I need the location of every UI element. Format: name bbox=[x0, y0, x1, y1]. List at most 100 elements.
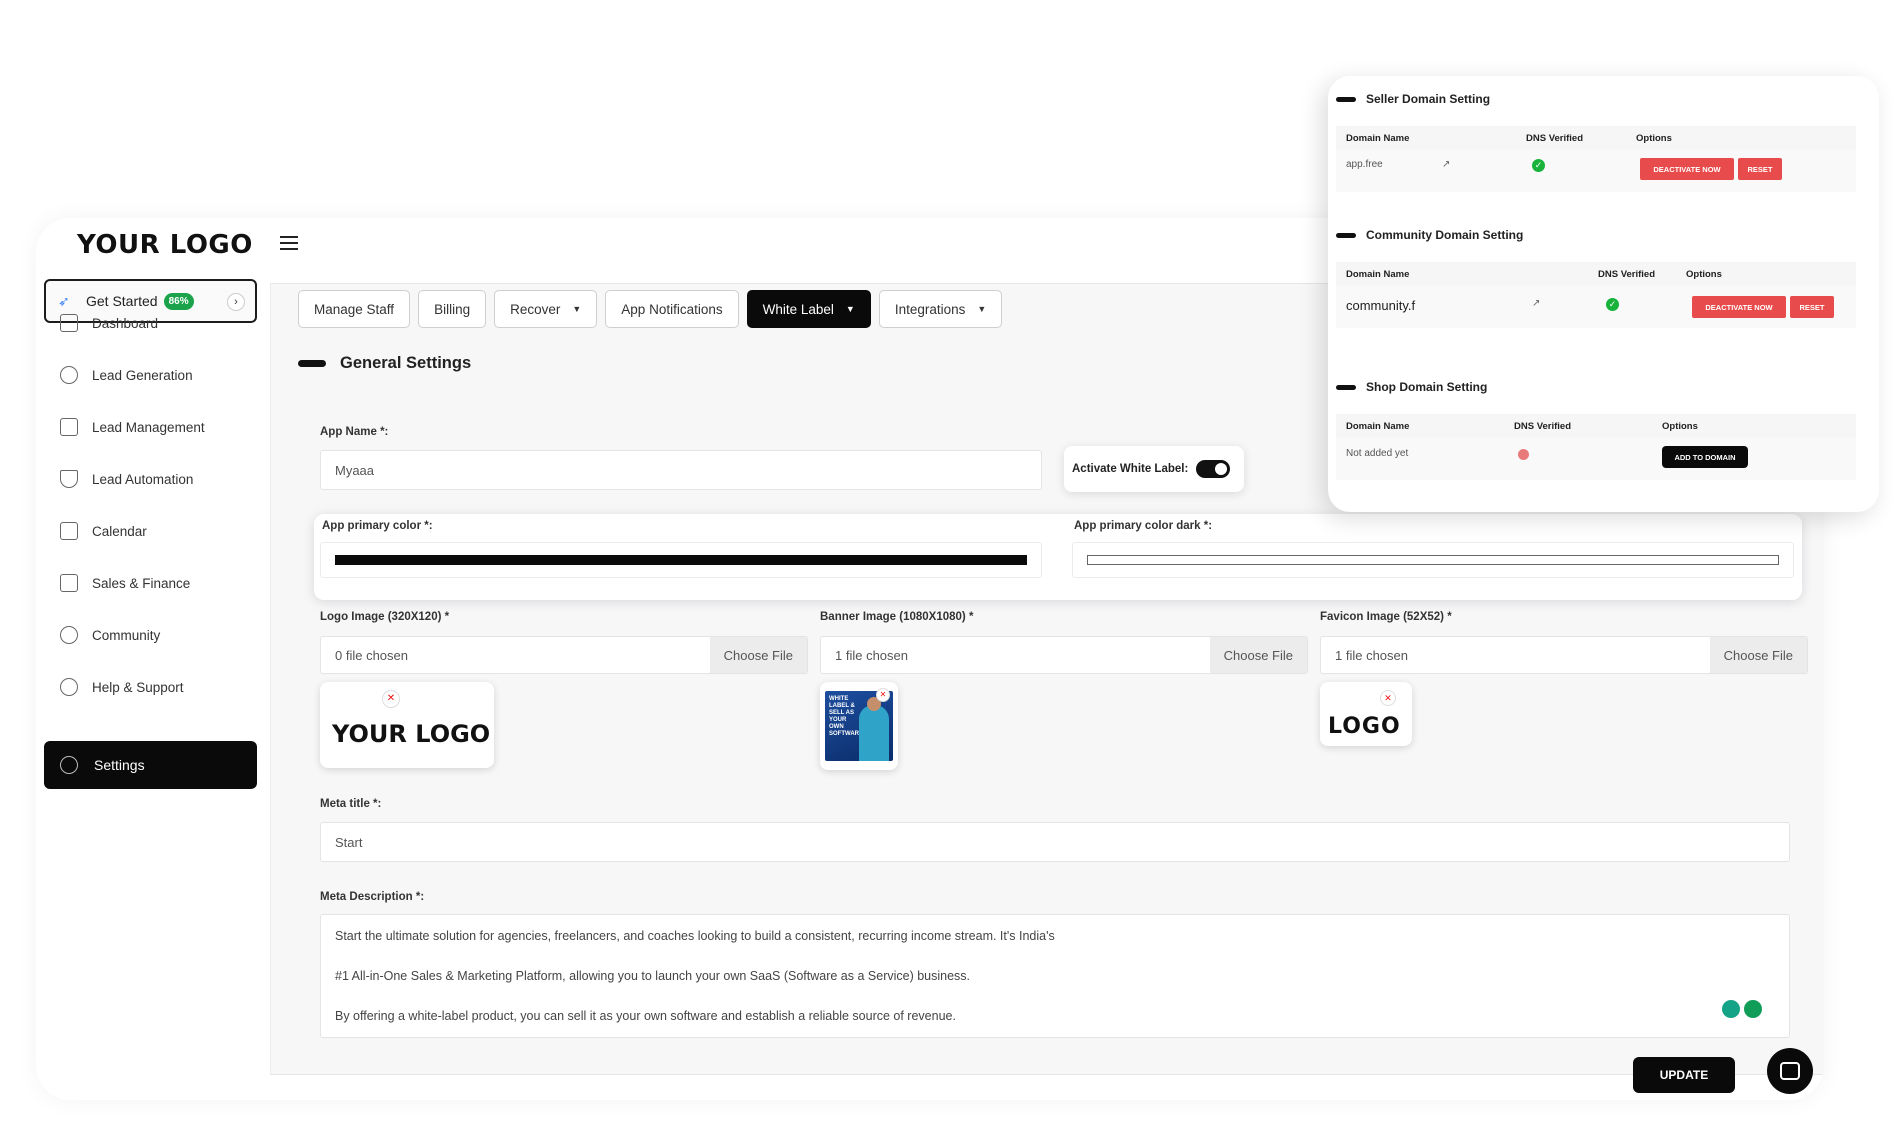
sidebar-item-community[interactable]: Community bbox=[60, 622, 160, 648]
primary-color-dark-input[interactable] bbox=[1072, 542, 1794, 578]
choose-file-button[interactable]: Choose File bbox=[1709, 637, 1807, 673]
primary-color-dark-label: App primary color dark *: bbox=[1074, 520, 1213, 532]
logo-image-label: Logo Image (320X120) * bbox=[320, 611, 450, 623]
community-domain-header: Domain Name DNS Verified Options bbox=[1336, 262, 1856, 286]
dns-not-verified-icon bbox=[1518, 449, 1529, 460]
remove-logo-icon[interactable]: ✕ bbox=[382, 690, 400, 708]
caret-down-icon: ▼ bbox=[845, 304, 855, 314]
users-icon bbox=[60, 366, 78, 384]
favicon-image-label: Favicon Image (52X52) * bbox=[1320, 611, 1452, 623]
sidebar-item-lead-automation[interactable]: Lead Automation bbox=[60, 466, 193, 492]
banner-file-input[interactable]: 1 file chosen Choose File bbox=[820, 636, 1308, 674]
community-reset-button[interactable]: RESET bbox=[1790, 296, 1834, 318]
settings-tabs: Manage Staff Billing Recover ▼ App Notifi… bbox=[298, 290, 1003, 328]
app-name-input[interactable]: Myaaa bbox=[320, 450, 1042, 490]
sidebar-item-label: Community bbox=[92, 627, 161, 643]
tab-manage-staff[interactable]: Manage Staff bbox=[298, 290, 411, 328]
section-title: General Settings bbox=[298, 354, 471, 373]
primary-color-input[interactable] bbox=[320, 542, 1042, 578]
sidebar-item-settings[interactable]: Settings bbox=[44, 741, 257, 789]
choose-file-button[interactable]: Choose File bbox=[1209, 637, 1307, 673]
community-domain-title: Community Domain Setting bbox=[1336, 228, 1523, 242]
sidebar-item-label: Sales & Finance bbox=[92, 575, 191, 591]
tab-recover[interactable]: Recover ▼ bbox=[494, 290, 598, 328]
community-icon bbox=[60, 626, 78, 644]
dns-verified-check-icon: ✓ bbox=[1606, 298, 1619, 311]
bar-chart-icon bbox=[60, 574, 78, 592]
hamburger-menu-icon[interactable] bbox=[280, 236, 298, 250]
seller-deactivate-button[interactable]: DEACTIVATE NOW bbox=[1640, 158, 1734, 180]
grammarly-icons bbox=[1722, 1000, 1762, 1018]
sidebar-item-label: Help & Support bbox=[92, 679, 184, 695]
external-link-icon[interactable]: ↗ bbox=[1532, 298, 1540, 309]
sidebar-item-label: Lead Generation bbox=[92, 367, 193, 383]
chevron-right-icon: › bbox=[227, 293, 245, 311]
chat-button[interactable] bbox=[1767, 1048, 1813, 1094]
meta-description-textarea[interactable]: Start⁠⁠ the ultimate solution for agenci… bbox=[320, 914, 1790, 1038]
sidebar-item-lead-management[interactable]: Lead Management bbox=[60, 414, 205, 440]
shop-domain-title: Shop Domain Setting bbox=[1336, 380, 1487, 394]
seller-domain-title: Seller Domain Setting bbox=[1336, 92, 1490, 106]
logo-file-input[interactable]: 0 file chosen Choose File bbox=[320, 636, 808, 674]
caret-down-icon: ▼ bbox=[572, 304, 582, 314]
activate-white-label-label: Activate White Label: bbox=[1072, 463, 1189, 475]
lightbulb-icon[interactable] bbox=[1722, 1000, 1740, 1018]
meta-description-label: Meta Description *: bbox=[320, 891, 425, 903]
seller-domain-header: Domain Name DNS Verified Options bbox=[1336, 126, 1856, 150]
community-deactivate-button[interactable]: DEACTIVATE NOW bbox=[1692, 296, 1786, 318]
calendar-icon bbox=[60, 522, 78, 540]
banner-preview: WHITE LABEL & SELL AS YOUR OWN SOFTWARE … bbox=[820, 682, 898, 770]
domain-settings-panel: Seller Domain Setting Domain Name DNS Ve… bbox=[1328, 76, 1879, 512]
shop-domain-header: Domain Name DNS Verified Options bbox=[1336, 414, 1856, 438]
tab-billing[interactable]: Billing bbox=[418, 290, 487, 328]
activate-white-label-card: Activate White Label: bbox=[1064, 446, 1244, 492]
favicon-preview: ✕ LOGO bbox=[1320, 682, 1412, 746]
sidebar: YOUR LOGO ➶ Get Started 86% › Dashboard … bbox=[36, 218, 270, 1100]
rocket-icon: ➶ bbox=[58, 293, 70, 309]
caret-down-icon: ▼ bbox=[977, 304, 987, 314]
add-to-domain-button[interactable]: ADD TO DOMAIN bbox=[1662, 446, 1748, 468]
primary-color-label: App primary color *: bbox=[322, 520, 433, 532]
sidebar-item-label: Calendar bbox=[92, 523, 147, 539]
logo-preview: ✕ YOUR LOGO bbox=[320, 682, 494, 768]
color-card: App primary color *: App primary color d… bbox=[314, 514, 1802, 600]
white-label-toggle[interactable] bbox=[1196, 460, 1231, 478]
community-domain-row: community.f⁠⁠⁠⁠ ↗ ✓ DEACTIVATE NOW RESET bbox=[1336, 286, 1856, 328]
favicon-file-input[interactable]: 1 file chosen Choose File bbox=[1320, 636, 1808, 674]
tab-white-label[interactable]: White Label ▼ bbox=[746, 290, 871, 328]
sidebar-item-dashboard[interactable]: Dashboard bbox=[60, 310, 158, 336]
external-link-icon[interactable]: ↗ bbox=[1442, 159, 1450, 170]
seller-domain-row: app.free⁠⁠⁠ ↗ ✓ DEACTIVATE NOW RESET bbox=[1336, 150, 1856, 192]
sidebar-item-help-support[interactable]: Help & Support bbox=[60, 674, 184, 700]
choose-file-button[interactable]: Choose File bbox=[709, 637, 807, 673]
primary-color-swatch bbox=[335, 555, 1027, 565]
meta-title-label: Meta title *: bbox=[320, 798, 382, 810]
chat-icon bbox=[1780, 1062, 1800, 1080]
meta-title-input[interactable]: Start⁠⁠⁠⁠ bbox=[320, 822, 1790, 862]
sidebar-item-label: Lead Automation bbox=[92, 471, 194, 487]
remove-favicon-icon[interactable]: ✕ bbox=[1380, 690, 1396, 706]
sidebar-item-label: Lead Management bbox=[92, 419, 205, 435]
app-name-label: App Name *: bbox=[320, 426, 389, 438]
gear-icon bbox=[60, 756, 78, 774]
tab-integrations[interactable]: Integrations ▼ bbox=[878, 290, 1003, 328]
banner-image-label: Banner Image (1080X1080) * bbox=[820, 611, 974, 623]
headset-icon bbox=[60, 678, 78, 696]
sidebar-item-sales-finance[interactable]: Sales & Finance bbox=[60, 570, 190, 596]
seller-reset-button[interactable]: RESET bbox=[1738, 158, 1782, 180]
grammarly-icon[interactable] bbox=[1744, 1000, 1762, 1018]
remove-banner-icon[interactable]: ✕ bbox=[876, 688, 890, 702]
dns-verified-check-icon: ✓ bbox=[1532, 159, 1545, 172]
shop-domain-row: Not added yet ADD TO DOMAIN bbox=[1336, 438, 1856, 480]
primary-color-dark-swatch bbox=[1087, 555, 1779, 565]
sidebar-item-calendar[interactable]: Calendar bbox=[60, 518, 147, 544]
brand-logo: YOUR LOGO bbox=[77, 230, 253, 260]
update-button[interactable]: UPDATE bbox=[1633, 1057, 1735, 1093]
sidebar-item-label: Settings bbox=[94, 757, 145, 773]
section-dash-icon bbox=[298, 360, 326, 367]
funnel-icon bbox=[60, 470, 78, 488]
get-started-label: Get Started bbox=[86, 293, 158, 309]
id-card-icon bbox=[60, 418, 78, 436]
tab-app-notifications[interactable]: App Notifications bbox=[605, 290, 739, 328]
sidebar-item-lead-generation[interactable]: Lead Generation bbox=[60, 362, 193, 388]
